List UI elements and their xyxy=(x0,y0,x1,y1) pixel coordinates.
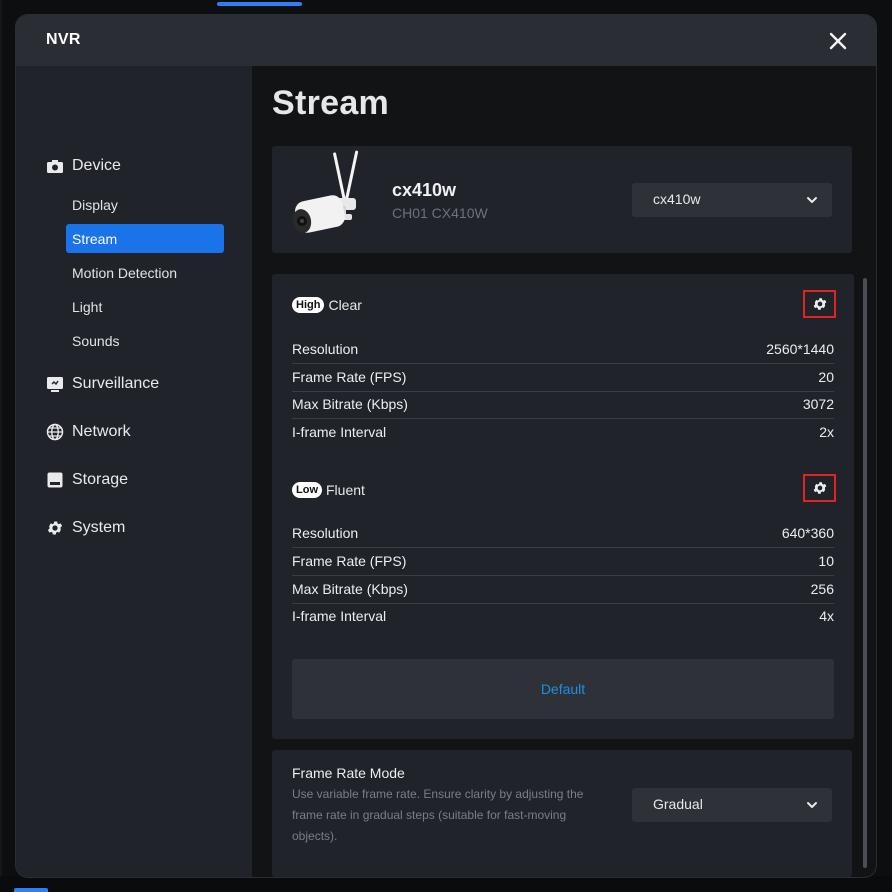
quality-badge: Low xyxy=(292,482,322,498)
main-stream-settings-button[interactable] xyxy=(803,290,836,318)
device-channel: CH01 CX410W xyxy=(392,205,488,221)
monitor-icon xyxy=(46,375,64,393)
row-label: Frame Rate (FPS) xyxy=(292,369,407,385)
nav-item-stream-label: Stream xyxy=(72,230,118,247)
main-content: Stream cx410w CH01 CX410W cx410w High Cl… xyxy=(252,66,876,877)
taskbar-indicator xyxy=(14,888,48,892)
nav-surveillance-label: Surveillance xyxy=(72,375,160,392)
chevron-down-icon xyxy=(807,802,817,808)
table-row: I-frame Interval 2x xyxy=(292,419,834,446)
nav-storage[interactable]: Storage xyxy=(46,467,128,493)
frame-rate-mode-card: Frame Rate Mode Use variable frame rate.… xyxy=(272,750,852,877)
table-row: Frame Rate (FPS) 20 xyxy=(292,364,834,392)
row-label: Resolution xyxy=(292,525,359,541)
table-row: Max Bitrate (Kbps) 3072 xyxy=(292,391,834,419)
nav-item-motion-detection-label: Motion Detection xyxy=(72,264,178,281)
device-select-value: cx410w xyxy=(653,191,701,207)
nav-network[interactable]: Network xyxy=(46,419,131,445)
nav-system[interactable]: System xyxy=(46,515,125,541)
row-label: Max Bitrate (Kbps) xyxy=(292,581,408,597)
row-value: 3072 xyxy=(802,396,834,412)
nav-storage-label: Storage xyxy=(72,471,129,488)
nav-item-stream[interactable]: Stream xyxy=(66,224,224,253)
gear-icon xyxy=(46,519,64,537)
gear-icon xyxy=(813,298,826,310)
row-label: Max Bitrate (Kbps) xyxy=(292,396,408,412)
nav-network-label: Network xyxy=(72,423,131,440)
row-value: 10 xyxy=(818,553,834,569)
row-label: Frame Rate (FPS) xyxy=(292,553,407,569)
nav-device[interactable]: Device xyxy=(46,153,121,179)
nav-item-display-label: Display xyxy=(72,196,118,213)
frame-rate-mode-select[interactable]: Gradual xyxy=(632,788,832,822)
stream-name: Fluent xyxy=(326,482,365,498)
nav-item-sounds[interactable]: Sounds xyxy=(66,326,224,355)
app-title: NVR xyxy=(46,31,81,48)
nav-device-label: Device xyxy=(72,157,121,174)
background-edge xyxy=(0,0,2,892)
device-card: cx410w CH01 CX410W cx410w xyxy=(272,146,852,253)
sub-stream-settings-button[interactable] xyxy=(803,474,836,502)
close-icon xyxy=(829,32,847,50)
nav-item-light-label: Light xyxy=(72,298,103,315)
quality-badge: High xyxy=(292,297,325,313)
camera-image xyxy=(292,150,359,233)
row-label: I-frame Interval xyxy=(292,608,387,624)
sidebar: Device Display Stream Motion Detection L… xyxy=(16,66,252,877)
frame-rate-mode-title: Frame Rate Mode xyxy=(292,765,405,781)
row-value: 2560*1440 xyxy=(766,341,834,357)
main-stream-header: High Clear xyxy=(292,295,362,315)
frame-rate-mode-value: Gradual xyxy=(653,796,703,812)
nav-system-label: System xyxy=(72,519,126,536)
table-row: Resolution 640*360 xyxy=(292,520,834,548)
table-row: Frame Rate (FPS) 10 xyxy=(292,548,834,576)
nav-item-sounds-label: Sounds xyxy=(72,332,120,349)
close-button[interactable] xyxy=(826,29,850,53)
row-label: I-frame Interval xyxy=(292,424,387,440)
settings-window: NVR Device Display Stream Motion Detecti… xyxy=(16,15,876,877)
row-value: 640*360 xyxy=(781,525,834,541)
globe-icon xyxy=(46,423,64,441)
device-name: cx410w xyxy=(392,180,457,200)
table-row: I-frame Interval 4x xyxy=(292,603,834,630)
default-button-label: Default xyxy=(540,681,586,697)
frame-rate-mode-description: Use variable frame rate. Ensure clarity … xyxy=(292,787,584,843)
row-value: 256 xyxy=(810,581,834,597)
nav-item-motion-detection[interactable]: Motion Detection xyxy=(66,258,224,287)
camera-icon xyxy=(46,157,64,175)
stream-name: Clear xyxy=(328,297,362,313)
row-value: 20 xyxy=(818,369,834,385)
title-bar: NVR xyxy=(16,15,876,66)
nav-item-light[interactable]: Light xyxy=(66,292,224,321)
default-button[interactable]: Default xyxy=(292,659,834,719)
nav-surveillance[interactable]: Surveillance xyxy=(46,371,159,397)
row-value: 2x xyxy=(819,424,834,440)
storage-icon xyxy=(46,471,64,489)
table-row: Resolution 2560*1440 xyxy=(292,336,834,364)
sub-stream-header: Low Fluent xyxy=(292,480,365,500)
background-tab-indicator xyxy=(217,2,302,6)
gear-icon xyxy=(813,482,826,494)
table-row: Max Bitrate (Kbps) 256 xyxy=(292,576,834,604)
stream-settings-card: High Clear Resolution 2560*1440 Frame Ra… xyxy=(272,274,854,739)
nav-item-display[interactable]: Display xyxy=(66,190,224,219)
row-label: Resolution xyxy=(292,341,359,357)
row-value: 4x xyxy=(819,608,834,624)
device-select[interactable]: cx410w xyxy=(632,183,832,217)
background-taskbar xyxy=(0,876,892,892)
content-scrollbar[interactable] xyxy=(863,278,867,868)
page-title: Stream xyxy=(272,84,390,122)
chevron-down-icon xyxy=(807,197,817,203)
